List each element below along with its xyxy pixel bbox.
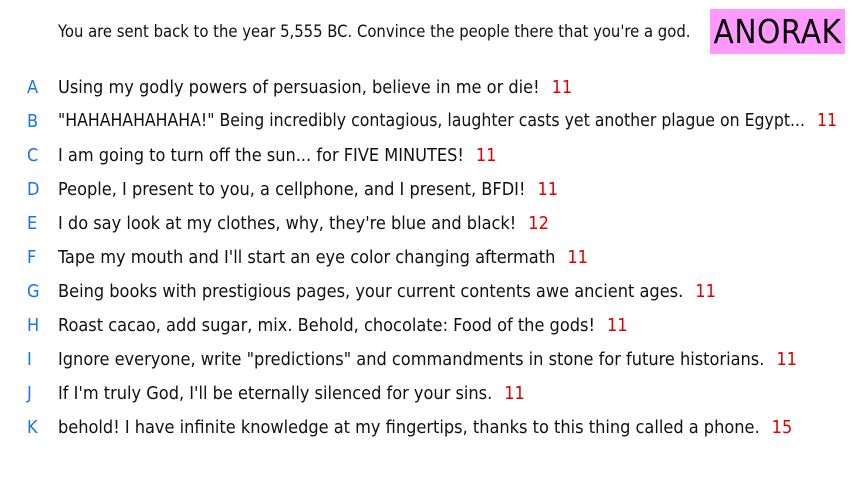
answer-text: "HAHAHAHAHAHA!" Being incredibly contagi… — [58, 111, 806, 131]
answer-score: 11 — [537, 178, 559, 200]
answer-letter: G — [27, 280, 40, 302]
answer-letter: C — [27, 144, 39, 166]
answer-body: Ignore everyone, write "predictions" and… — [58, 349, 797, 370]
answer-item-a: A Using my godly powers of persuasion, b… — [0, 70, 853, 104]
answer-score: 11 — [551, 76, 573, 98]
answer-letter: F — [27, 246, 37, 268]
answer-text: Using my godly powers of persuasion, bel… — [58, 76, 540, 98]
answer-item-j: J If I'm truly God, I'll be eternally si… — [0, 376, 853, 410]
answer-letter: A — [27, 76, 39, 98]
answer-body: Using my godly powers of persuasion, bel… — [58, 77, 572, 98]
answer-body: Being books with prestigious pages, your… — [58, 281, 716, 302]
answer-item-c: C I am going to turn off the sun... for … — [0, 138, 853, 172]
answer-score: 11 — [776, 348, 797, 370]
answer-item-e: E I do say look at my clothes, why, they… — [0, 206, 853, 240]
answer-body: If I'm truly God, I'll be eternally sile… — [58, 383, 525, 404]
answer-letter: H — [27, 314, 40, 336]
answer-letter: K — [27, 416, 38, 438]
answer-item-f: F Tape my mouth and I'll start an eye co… — [0, 240, 853, 274]
answer-text: People, I present to you, a cellphone, a… — [58, 178, 526, 200]
answer-item-k: K behold! I have infinite knowledge at m… — [0, 410, 853, 444]
prompt-text: You are sent back to the year 5,555 BC. … — [58, 22, 691, 41]
answer-item-d: D People, I present to you, a cellphone,… — [0, 172, 853, 206]
answer-text: Tape my mouth and I'll start an eye colo… — [58, 246, 556, 268]
answer-body: I do say look at my clothes, why, they'r… — [58, 213, 549, 234]
answer-text: Ignore everyone, write "predictions" and… — [58, 348, 765, 370]
answer-letter: I — [27, 348, 32, 370]
answer-text: I am going to turn off the sun... for FI… — [58, 144, 464, 166]
answer-body: behold! I have infinite knowledge at my … — [58, 417, 792, 438]
answer-body: Roast cacao, add sugar, mix. Behold, cho… — [58, 315, 628, 336]
answer-score: 11 — [567, 246, 588, 268]
answer-body: "HAHAHAHAHAHA!" Being incredibly contagi… — [58, 111, 837, 131]
answer-score: 11 — [606, 314, 628, 336]
answer-score: 15 — [771, 416, 793, 438]
answer-item-i: I Ignore everyone, write "predictions" a… — [0, 342, 853, 376]
answer-score: 12 — [528, 212, 549, 234]
answer-item-h: H Roast cacao, add sugar, mix. Behold, c… — [0, 308, 853, 342]
author-badge: ANORAK — [710, 9, 845, 54]
answer-letter: J — [27, 382, 32, 404]
answer-text: Roast cacao, add sugar, mix. Behold, cho… — [58, 314, 595, 336]
answer-text: I do say look at my clothes, why, they'r… — [58, 212, 517, 234]
answer-body: I am going to turn off the sun... for FI… — [58, 145, 496, 166]
answer-letter: E — [27, 212, 38, 234]
answer-text: behold! I have infinite knowledge at my … — [58, 416, 760, 438]
answer-score: 11 — [504, 382, 525, 404]
answer-item-g: G Being books with prestigious pages, yo… — [0, 274, 853, 308]
answer-score: 11 — [695, 280, 716, 302]
answer-body: People, I present to you, a cellphone, a… — [58, 179, 558, 200]
answer-letter: B — [27, 110, 39, 132]
answer-score: 11 — [817, 111, 838, 131]
answer-item-b: B "HAHAHAHAHAHA!" Being incredibly conta… — [0, 104, 853, 138]
author-badge-label: ANORAK — [713, 12, 842, 51]
answer-letter: D — [27, 178, 40, 200]
answer-score: 11 — [475, 144, 497, 166]
answer-text: If I'm truly God, I'll be eternally sile… — [58, 382, 493, 404]
answer-body: Tape my mouth and I'll start an eye colo… — [58, 247, 588, 268]
answer-text: Being books with prestigious pages, your… — [58, 280, 684, 302]
